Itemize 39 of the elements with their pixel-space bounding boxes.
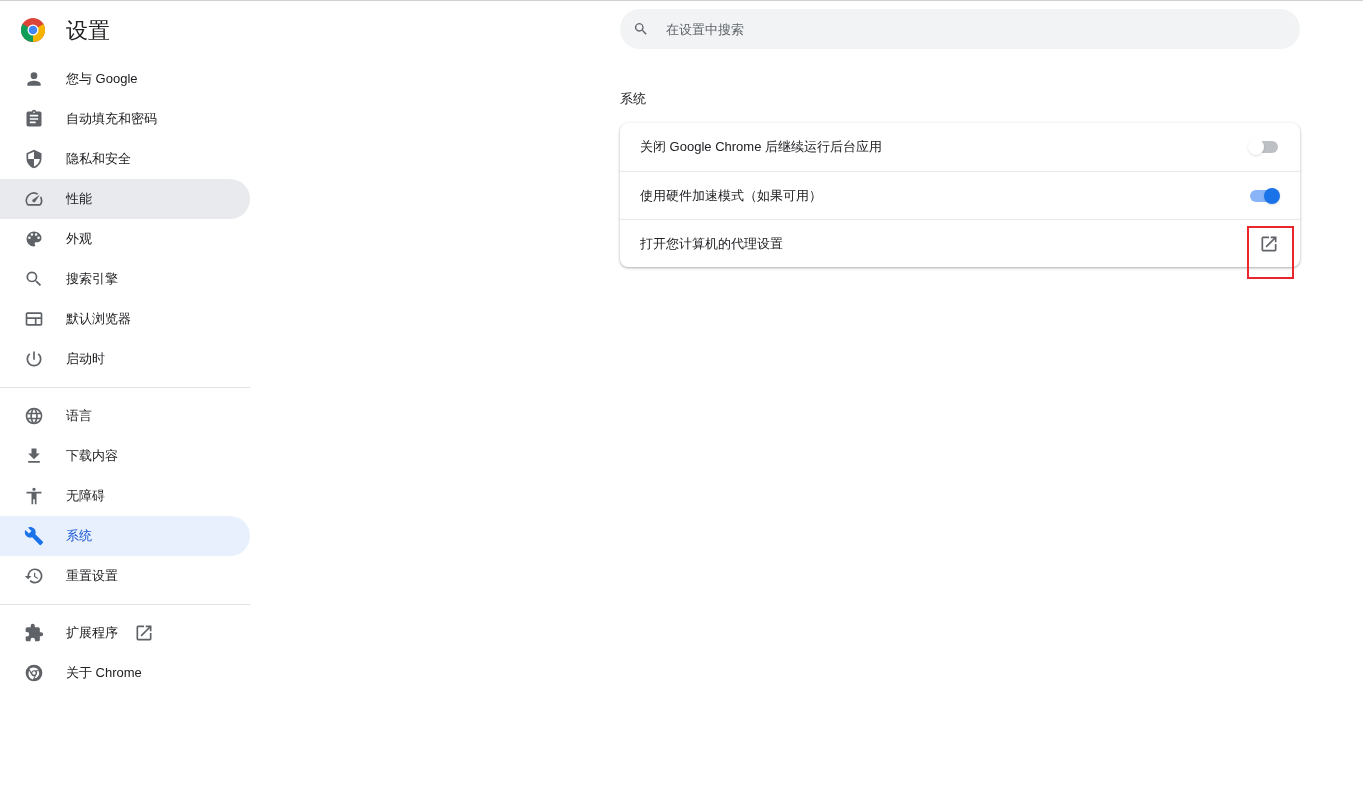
setting-label: 打开您计算机的代理设置 [640, 234, 783, 253]
history-icon [24, 566, 44, 586]
sidebar-item[interactable]: 下载内容 [0, 436, 250, 476]
person-icon [24, 69, 44, 89]
sidebar-item[interactable]: 搜索引擎 [0, 259, 250, 299]
sidebar-item[interactable]: 系统 [0, 516, 250, 556]
sidebar-item[interactable]: 自动填充和密码 [0, 99, 250, 139]
section-title: 系统 [620, 90, 647, 107]
browser-window-icon [24, 309, 44, 329]
power-icon [24, 349, 44, 369]
globe-icon [24, 406, 44, 426]
wrench-icon [24, 526, 44, 546]
sidebar-item[interactable]: 默认浏览器 [0, 299, 250, 339]
toggle-switch[interactable] [1248, 187, 1280, 204]
sidebar-item[interactable]: 语言 [0, 396, 250, 436]
shield-icon [24, 149, 44, 169]
palette-icon [24, 229, 44, 249]
setting-label: 关闭 Google Chrome 后继续运行后台应用 [640, 138, 882, 157]
page-title: 设置 [66, 16, 110, 45]
speedometer-icon [24, 189, 44, 209]
search-field[interactable]: 在设置中搜索 [620, 9, 1300, 49]
accessibility-icon [24, 486, 44, 506]
puzzle-icon [24, 623, 44, 643]
clipboard-icon [24, 109, 44, 129]
setting-label: 使用硬件加速模式（如果可用） [640, 186, 822, 205]
sidebar-item[interactable]: 启动时 [0, 339, 250, 379]
sidebar-item[interactable]: 隐私和安全 [0, 139, 250, 179]
sidebar-item[interactable]: 无障碍 [0, 476, 250, 516]
search-icon [24, 269, 44, 289]
sidebar-item[interactable]: 外观 [0, 219, 250, 259]
toggle-switch[interactable] [1248, 139, 1280, 155]
sidebar-item[interactable]: 您与 Google [0, 59, 250, 99]
search-icon [633, 21, 649, 37]
sidebar-item[interactable]: 性能 [0, 179, 250, 219]
sidebar-item[interactable]: 关于 Chrome [0, 653, 250, 693]
chrome-logo [21, 18, 45, 42]
chrome-icon [24, 663, 44, 683]
sidebar-item[interactable]: 重置设置 [0, 556, 250, 596]
sidebar-item[interactable]: 扩展程序 [0, 613, 250, 653]
